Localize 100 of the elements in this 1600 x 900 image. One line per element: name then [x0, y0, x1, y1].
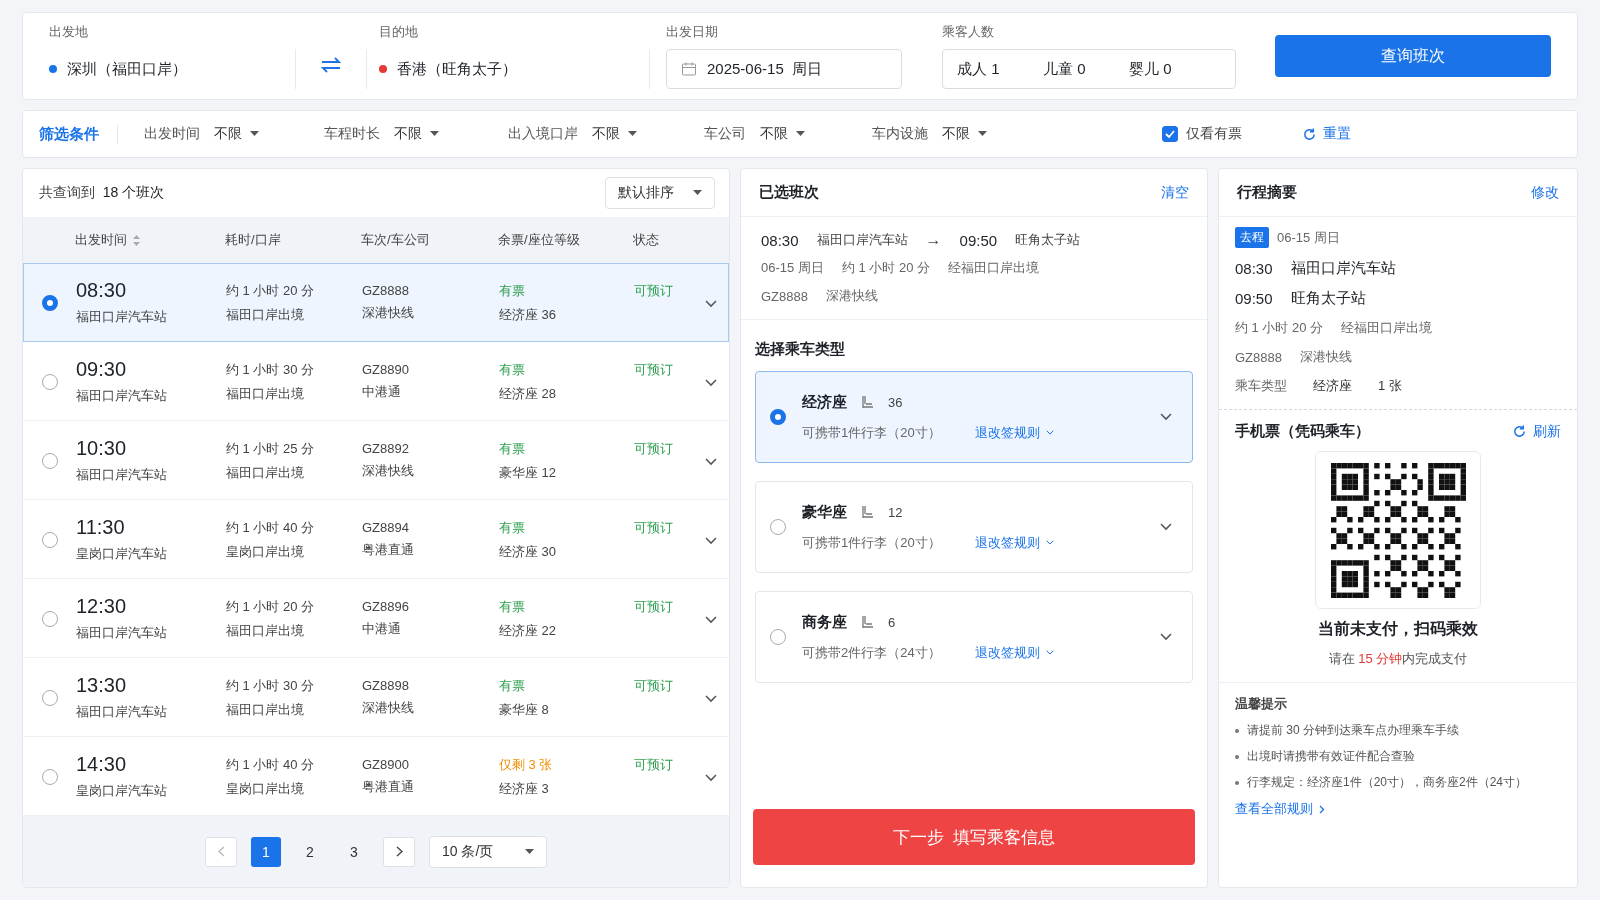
refresh-button[interactable]: 刷新 [1512, 422, 1561, 441]
arrival-time: 09:50 [959, 231, 998, 249]
page-button[interactable]: 3 [339, 836, 369, 867]
field-label: 出发日期 [666, 23, 719, 41]
availability-text: 有票 [499, 281, 525, 300]
status-text: 可预订 [634, 361, 674, 379]
station-name: 旺角太子站 [1015, 231, 1081, 249]
radio-button[interactable] [42, 294, 58, 311]
company-name: 中港通 [362, 383, 401, 401]
availability-text: 仅剩 3 张 [499, 755, 553, 774]
chevron-right-icon [1319, 804, 1325, 814]
status-text: 可预订 [634, 598, 674, 616]
bus-detail: 深港快线 [1300, 348, 1352, 366]
rules-link[interactable]: 查看全部规则 [1235, 800, 1561, 818]
passenger-field[interactable]: 成人 1 儿童 0 婴儿 0 [942, 49, 1236, 89]
station-name: 皇岗口岸汽车站 [76, 545, 167, 563]
seat-option-card[interactable]: 豪华座 12 可携带1件行李（20寸） 退改签规则 [755, 481, 1193, 573]
radio-button[interactable] [42, 373, 58, 390]
filter-dropdown[interactable]: 不限 [942, 125, 987, 143]
bus-code: GZ8896 [362, 599, 409, 614]
sort-dropdown[interactable]: 默认排序 [605, 177, 715, 209]
filter-dropdown[interactable]: 不限 [592, 125, 637, 143]
caret-icon [430, 131, 439, 137]
filter-dropdown[interactable]: 不限 [214, 125, 259, 143]
radio-button[interactable] [42, 452, 58, 469]
radio-button[interactable] [42, 768, 58, 785]
panel-title: 行程摘要 [1237, 183, 1297, 202]
departure-time: 08:30 [1235, 260, 1273, 277]
bus-detail: GZ8888 [1235, 349, 1282, 365]
radio-button[interactable] [42, 610, 58, 627]
next-step-button[interactable]: 下一步 填写乘客信息 [753, 809, 1195, 865]
ticket-detail: 乘车类型 [1235, 377, 1287, 395]
calendar-icon [681, 61, 697, 77]
seat-class: 豪华座 12 [499, 463, 557, 482]
seat-option-card[interactable]: 商务座 6 可携带2件行李（24寸） 退改签规则 [755, 591, 1193, 683]
destination-field[interactable]: 香港（旺角太子） [379, 49, 649, 89]
seat-class-name: 豪华座 [802, 502, 847, 522]
bus-detail: GZ8888 [761, 288, 808, 304]
duration-text: 约 1 小时 20 分 [226, 281, 315, 300]
edit-link[interactable]: 修改 [1531, 183, 1559, 202]
chevron-down-icon [705, 774, 717, 782]
caret-icon [978, 131, 987, 137]
seat-option-card[interactable]: 经济座 36 可携带1件行李（20寸） 退改签规则 [755, 371, 1193, 463]
duration-text: 约 1 小时 25 分 [226, 439, 315, 458]
radio-button[interactable] [770, 519, 786, 535]
column-header[interactable]: 出发时间 [75, 231, 225, 249]
radio-button[interactable] [770, 409, 786, 425]
radio-button[interactable] [42, 689, 58, 706]
search-button[interactable]: 查询班次 [1275, 35, 1551, 77]
seat-class: 经济座 3 [499, 779, 549, 798]
checkbox-label: 仅看有票 [1186, 125, 1242, 143]
filter-dropdown[interactable]: 不限 [760, 125, 805, 143]
chevron-down-icon [705, 616, 717, 624]
availability-text: 有票 [499, 518, 525, 537]
field-label: 目的地 [379, 23, 419, 41]
chevron-down-icon [1160, 633, 1172, 641]
clear-link[interactable]: 清空 [1161, 183, 1189, 202]
port-text: 福田口岸出境 [226, 700, 304, 719]
page-size-dropdown[interactable]: 10 条/页 [429, 835, 547, 868]
departure-time: 14:30 [76, 753, 127, 776]
checkbox[interactable] [1162, 126, 1178, 142]
previous-page-button[interactable] [205, 836, 237, 867]
caret-icon [796, 131, 805, 137]
station-name: 福田口岸汽车站 [76, 703, 167, 721]
filter-label: 车内设施 [872, 125, 928, 143]
column-header: 状态 [633, 231, 660, 249]
duration-text: 约 1 小时 40 分 [226, 755, 315, 774]
radio-button[interactable] [770, 629, 786, 645]
radio-button[interactable] [42, 531, 58, 548]
sort-icon [133, 234, 140, 246]
ticket-detail: 经济座 [1313, 377, 1352, 395]
page-button[interactable]: 2 [295, 836, 325, 867]
rules-link[interactable]: 退改签规则 [974, 533, 1054, 552]
filter-label: 车公司 [704, 125, 746, 143]
rules-link[interactable]: 退改签规则 [974, 643, 1054, 662]
trip-row[interactable]: 08:30 福田口岸汽车站 约 1 小时 20 分 福田口岸出境 GZ8888 深港快线 有票 经济座 36 可预订 [23, 263, 729, 342]
filter-dropdown[interactable]: 不限 [394, 125, 439, 143]
origin-field[interactable]: 深圳（福田口岸） [49, 49, 295, 89]
chevron-down-icon [705, 695, 717, 703]
departure-time: 08:30 [761, 231, 799, 249]
trip-detail: 经福田口岸出境 [948, 259, 1039, 277]
station-name: 福田口岸汽车站 [76, 308, 167, 326]
station-name: 福田口岸汽车站 [1290, 259, 1396, 278]
departure-time: 09:30 [76, 358, 127, 381]
rules-link[interactable]: 退改签规则 [974, 423, 1054, 442]
payment-note: 请在 15 分钟内完成支付 [1328, 650, 1468, 668]
chevron-down-icon [705, 458, 717, 466]
page-button[interactable]: 1 [251, 836, 281, 867]
reset-button[interactable]: 重置 [1302, 125, 1351, 143]
status-text: 可预订 [634, 756, 674, 774]
bus-detail: 深港快线 [826, 287, 878, 305]
trip-date: 06-15 周日 [1277, 228, 1340, 247]
tips-title: 温馨提示 [1235, 695, 1288, 713]
bullet-dot [1235, 780, 1239, 785]
station-name: 福田口岸汽车站 [76, 387, 167, 405]
company-name: 深港快线 [362, 699, 414, 717]
status-text: 可预订 [634, 677, 674, 695]
date-field[interactable]: 2025-06-15 周日 [666, 49, 902, 89]
duration-text: 约 1 小时 40 分 [226, 518, 315, 537]
next-page-button[interactable] [383, 836, 415, 867]
